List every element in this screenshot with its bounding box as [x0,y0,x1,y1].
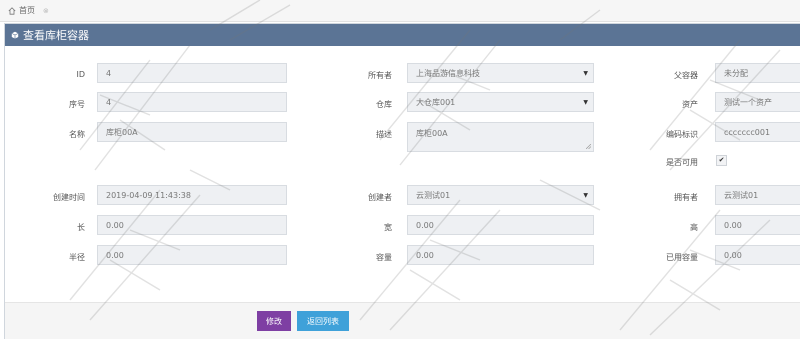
home-icon[interactable] [8,6,16,15]
description-value: 库柜00A [416,129,448,138]
name-label: 名称 [69,130,85,139]
chevron-down-icon: ▼ [583,99,588,106]
creator-label: 创建者 [368,193,392,202]
code-tag-label: 编码标识 [666,130,698,139]
description-label: 描述 [376,130,392,139]
seq-label: 序号 [69,100,85,109]
cube-icon [11,31,19,39]
back-to-list-button[interactable]: 返回列表 [297,311,349,331]
owner-select[interactable]: 上海品游信息科技 ▼ [407,63,594,83]
asset-field[interactable]: 测试一个资产 [715,92,800,112]
description-textarea[interactable]: 库柜00A [407,122,594,152]
id-label: ID [76,70,85,79]
created-time-label: 创建时间 [53,193,85,202]
capacity-label: 容量 [376,253,392,262]
edit-button[interactable]: 修改 [257,311,291,331]
container-detail-panel: 查看库柜容器 ID 4 所有者 上海品游信息科技 ▼ 父容器 未分配 序号 4 … [4,23,800,339]
available-checkbox[interactable]: ✔ [716,155,727,166]
form-actions: 修改 返回列表 [5,302,800,339]
id-field[interactable]: 4 [97,63,287,83]
length-label: 长 [77,223,85,232]
used-capacity-field[interactable]: 0.00 [715,245,800,265]
holder-field[interactable]: 云测试01 [715,185,800,205]
asset-label: 资产 [682,100,698,109]
warehouse-value: 大仓库001 [416,97,456,107]
chevron-down-icon: ▼ [583,192,588,199]
seq-field[interactable]: 4 [97,92,287,112]
height-field[interactable]: 0.00 [715,215,800,235]
panel-header: 查看库柜容器 [5,24,800,46]
warehouse-select[interactable]: 大仓库001 ▼ [407,92,594,112]
parent-container-label: 父容器 [674,71,698,80]
warehouse-label: 仓库 [376,100,392,109]
page-title: 查看库柜容器 [23,29,89,42]
parent-container-field[interactable]: 未分配 [715,63,800,83]
radius-field[interactable]: 0.00 [97,245,287,265]
close-tab-icon[interactable]: ⊗ [43,7,49,15]
breadcrumb: 首页 ⊗ [0,0,800,22]
detail-form: ID 4 所有者 上海品游信息科技 ▼ 父容器 未分配 序号 4 仓库 大仓库0… [5,46,800,302]
capacity-field[interactable]: 0.00 [407,245,594,265]
creator-value: 云测试01 [416,190,451,200]
created-time-field[interactable]: 2019-04-09 11:43:38 [97,185,287,205]
breadcrumb-home-link[interactable]: 首页 [19,5,35,16]
resize-handle-icon[interactable] [586,144,591,149]
available-label: 是否可用 [666,158,698,167]
chevron-down-icon: ▼ [583,70,588,77]
code-tag-field[interactable]: ccccccc001 [715,122,800,142]
width-label: 宽 [384,223,392,232]
creator-select[interactable]: 云测试01 ▼ [407,185,594,205]
height-label: 高 [690,223,698,232]
name-field[interactable]: 库柜00A [97,122,287,142]
radius-label: 半径 [69,253,85,262]
width-field[interactable]: 0.00 [407,215,594,235]
holder-label: 拥有者 [674,193,698,202]
length-field[interactable]: 0.00 [97,215,287,235]
used-capacity-label: 已用容量 [666,253,698,262]
owner-value: 上海品游信息科技 [416,68,480,78]
owner-label: 所有者 [368,71,392,80]
